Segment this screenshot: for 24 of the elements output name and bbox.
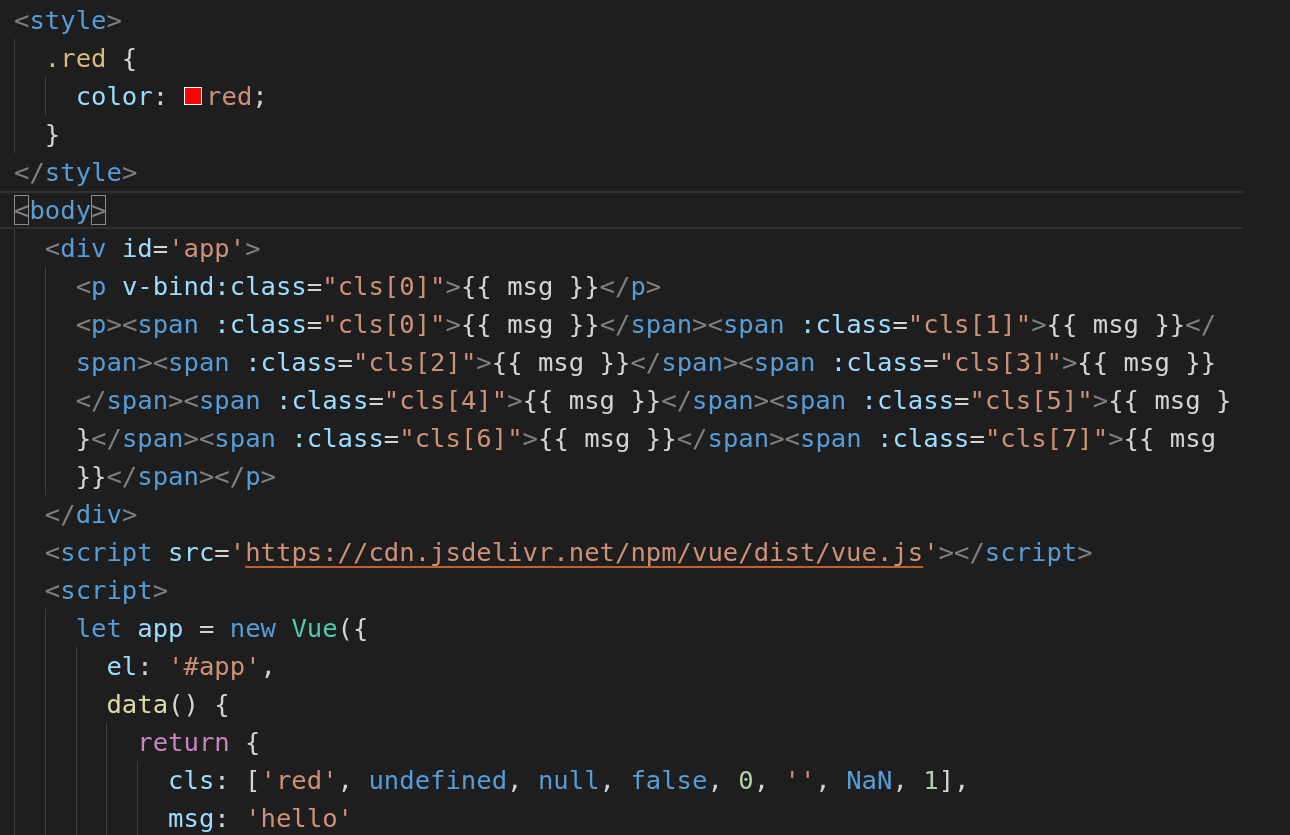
- code-line: data() {: [106, 689, 230, 719]
- code-line: <script>: [44, 575, 169, 605]
- code-line: <style>: [14, 5, 122, 35]
- code-line: <body>: [14, 195, 107, 225]
- code-line: </style>: [14, 157, 138, 187]
- code-line: <div id='app'>: [44, 233, 261, 263]
- code-line: }}</span></p>: [75, 461, 276, 491]
- code-line: let app = new Vue({: [75, 613, 369, 643]
- code-line: msg: 'hello': [168, 803, 353, 833]
- code-line: red;: [206, 81, 268, 111]
- code-line: <script src='https://cdn.jsdelivr.net/npm/vue/dist/vue.js'></script>: [44, 537, 1093, 567]
- code-line: color:: [75, 81, 169, 111]
- code-line: span><span :class="cls[2]">{{ msg }}</span><span :class="cls[3]">{{ msg }}: [75, 347, 1217, 377]
- code-line: }</span><span :class="cls[6]">{{ msg }}</span><span :class="cls[7]">{{ msg: [75, 423, 1217, 453]
- code-line: cls: ['red', undefined, null, false, 0, '', NaN, 1],: [168, 765, 970, 795]
- code-line: <p><span :class="cls[0]">{{ msg }}</span><span :class="cls[1]">{{ msg }}</: [75, 309, 1217, 339]
- code-line: <p v-bind:class="cls[0]">{{ msg }}</p>: [75, 271, 662, 301]
- code-line: el: '#app',: [106, 651, 276, 681]
- code-line: </div>: [44, 499, 138, 529]
- code-line: .red {: [44, 43, 138, 73]
- code-line: return {: [137, 727, 261, 757]
- color-swatch-icon[interactable]: [184, 87, 203, 105]
- code-line: </span><span :class="cls[4]">{{ msg }}</span><span :class="cls[5]">{{ msg }: [75, 385, 1232, 415]
- code-line: }: [44, 119, 61, 149]
